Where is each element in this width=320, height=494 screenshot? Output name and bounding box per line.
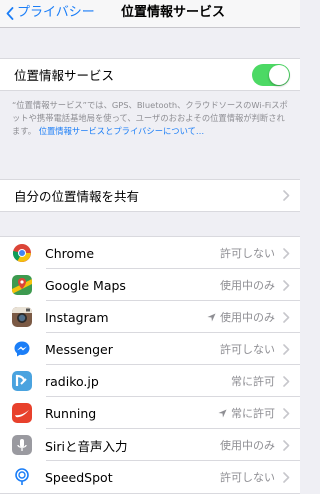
speedspot-icon (12, 467, 32, 487)
app-permission-status: 使用中のみ (207, 309, 275, 325)
app-row-radiko-jp[interactable]: radiko.jp 常に許可 (0, 365, 300, 397)
status-text: 許可しない (220, 247, 275, 260)
running-icon (12, 403, 32, 423)
location-services-toggle[interactable] (252, 63, 290, 86)
navigation-bar: プライバシー 位置情報サービス (0, 0, 300, 28)
status-text: 常に許可 (231, 375, 275, 388)
privacy-link[interactable]: 位置情報サービスとプライバシーについて… (39, 126, 205, 136)
share-location-label: 自分の位置情報を共有 (14, 189, 140, 204)
radiko-icon (12, 371, 32, 391)
app-row-siri[interactable]: Siriと音声入力 使用中のみ (0, 429, 300, 461)
google-maps-icon (12, 275, 32, 295)
app-name: Chrome (45, 245, 95, 261)
app-permission-status: 常に許可 (231, 373, 275, 389)
status-text: 使用中のみ (220, 311, 275, 324)
chevron-right-icon (283, 407, 290, 419)
location-services-group: 位置情報サービス (0, 58, 300, 91)
app-permission-status: 許可しない (220, 469, 275, 485)
app-permission-status: 許可しない (220, 341, 275, 357)
chevron-right-icon (283, 375, 290, 387)
app-row-messenger[interactable]: Messenger 許可しない (0, 333, 300, 365)
chevron-right-icon (283, 471, 290, 483)
app-list: Chrome 許可しない Google Maps 使用中のみ Instagram 使用中の… (0, 236, 300, 494)
status-text: 許可しない (220, 471, 275, 484)
app-row-running[interactable]: Running 常に許可 (0, 397, 300, 429)
status-text: 常に許可 (231, 407, 275, 420)
app-permission-status: 許可しない (220, 245, 275, 261)
app-name: Siriと音声入力 (45, 438, 128, 454)
app-row-google-maps[interactable]: Google Maps 使用中のみ (0, 269, 300, 301)
siri-icon (12, 435, 32, 455)
location-arrow-icon (207, 312, 216, 322)
chevron-right-icon (283, 190, 290, 201)
app-permission-status: 使用中のみ (220, 277, 275, 293)
location-arrow-icon (218, 408, 227, 418)
status-text: 許可しない (220, 343, 275, 356)
app-name: Google Maps (45, 277, 126, 293)
chevron-right-icon (283, 247, 290, 259)
app-name: Running (45, 405, 97, 421)
chevron-right-icon (283, 279, 290, 291)
app-name: Instagram (45, 309, 109, 325)
app-permission-status: 常に許可 (218, 405, 275, 421)
share-location-group: 自分の位置情報を共有 (0, 179, 300, 212)
app-permission-status: 使用中のみ (220, 437, 275, 453)
app-name: Messenger (45, 341, 113, 357)
location-services-label: 位置情報サービス (14, 68, 115, 83)
instagram-icon (12, 307, 32, 327)
chevron-right-icon (283, 311, 290, 323)
chrome-icon (12, 243, 32, 263)
app-row-speedspot[interactable]: SpeedSpot 許可しない (0, 461, 300, 493)
app-row-instagram[interactable]: Instagram 使用中のみ (0, 301, 300, 333)
app-row-chrome[interactable]: Chrome 許可しない (0, 237, 300, 269)
status-text: 使用中のみ (220, 439, 275, 452)
messenger-icon (12, 339, 32, 359)
location-services-row: 位置情報サービス (0, 59, 300, 90)
location-footnote: “位置情報サービス”では、GPS、Bluetooth、クラウドソースのWi-Fi… (0, 91, 300, 153)
app-name: SpeedSpot (45, 469, 113, 485)
chevron-right-icon (283, 343, 290, 355)
page-title: 位置情報サービス (120, 5, 225, 20)
share-location-row[interactable]: 自分の位置情報を共有 (0, 180, 300, 211)
status-text: 使用中のみ (220, 279, 275, 292)
toggle-knob (269, 64, 289, 85)
chevron-right-icon (283, 439, 290, 451)
app-name: radiko.jp (45, 373, 99, 389)
